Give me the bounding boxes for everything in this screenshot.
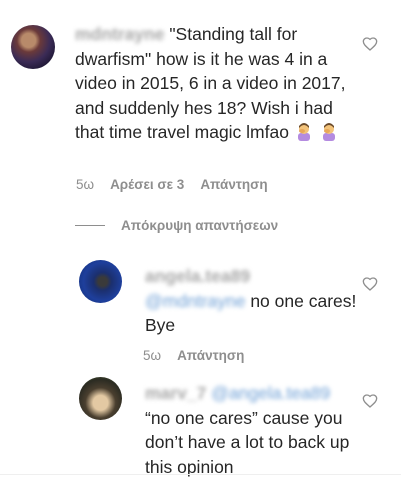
comment-username[interactable]: angela.tea89 (145, 266, 250, 286)
comment-body: marv_7 @angela.tea89 “no one cares” caus… (145, 381, 365, 479)
person-facepalming-emoji-icon (297, 123, 310, 141)
like-heart-icon[interactable] (362, 276, 378, 292)
comment-text: “no one cares” cause you don’t have a lo… (145, 407, 350, 477)
comment-body: angela.tea89 @mdntrayne no one cares! By… (145, 264, 365, 338)
divider (0, 474, 401, 475)
comment-meta: 5ω Αρέσει σε 3 Απάντηση (76, 177, 268, 192)
comment-username[interactable]: mdntrayne (75, 24, 164, 44)
reply-button[interactable]: Απάντηση (177, 348, 244, 363)
like-heart-icon[interactable] (362, 393, 378, 409)
reply-button[interactable]: Απάντηση (200, 177, 267, 192)
hide-replies-button[interactable]: Απόκρυψη απαντήσεων (75, 218, 278, 233)
hide-replies-label: Απόκρυψη απαντήσεων (121, 218, 279, 233)
comment-meta: 5ω Απάντηση (143, 348, 244, 363)
avatar[interactable] (79, 260, 122, 303)
person-facepalming-emoji-icon (322, 123, 335, 141)
avatar[interactable] (11, 25, 55, 69)
mention-link[interactable]: @mdntrayne (145, 291, 245, 311)
comment-time: 5ω (143, 348, 162, 363)
comment-username[interactable]: marv_7 (145, 383, 206, 403)
divider (75, 225, 105, 226)
mention-link[interactable]: @angela.tea89 (211, 383, 330, 403)
comment-body: mdntrayne "Standing tall for dwarfism" h… (75, 22, 360, 145)
avatar[interactable] (79, 377, 122, 420)
comment-time: 5ω (76, 177, 95, 192)
like-heart-icon[interactable] (362, 36, 378, 52)
likes-count-button[interactable]: Αρέσει σε 3 (110, 177, 184, 192)
